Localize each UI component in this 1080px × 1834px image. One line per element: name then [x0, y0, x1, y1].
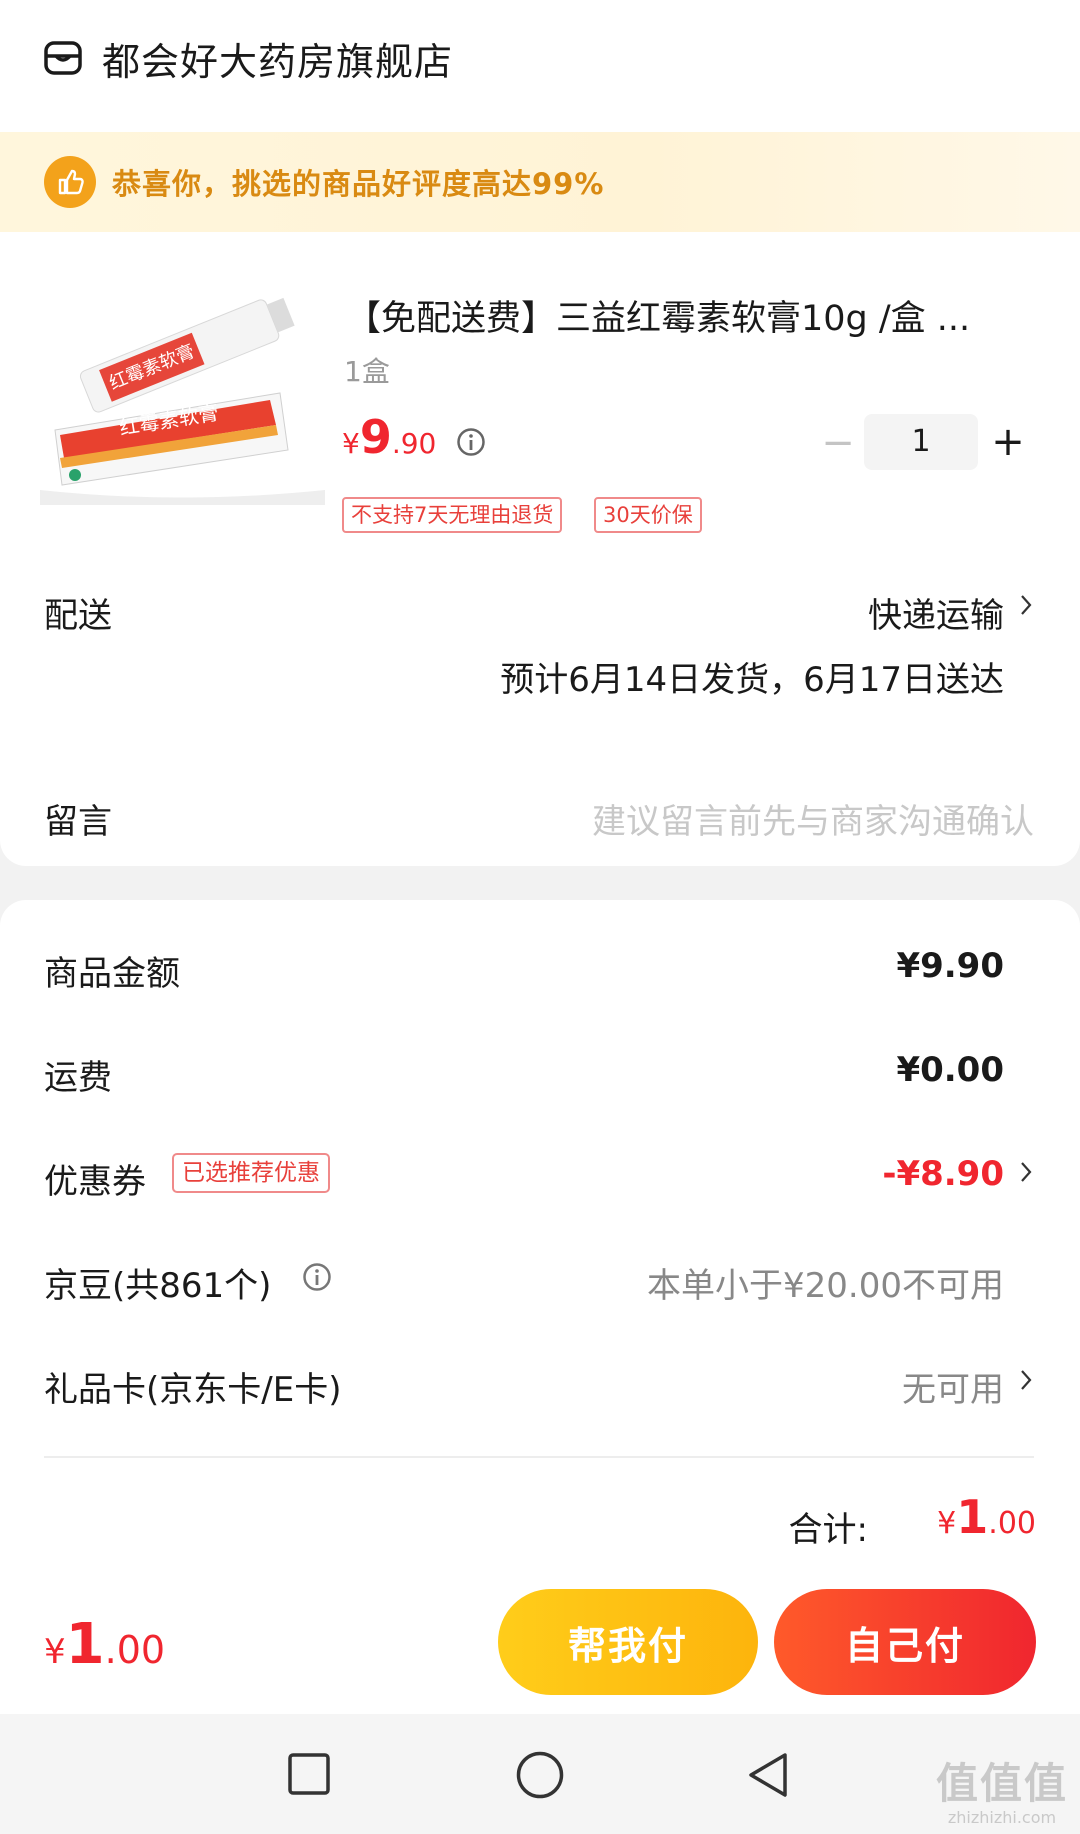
total-amount: ¥ 1 .00: [937, 1490, 1036, 1544]
beans-info-icon[interactable]: [302, 1262, 332, 1292]
thumbs-up-icon: [44, 156, 96, 208]
shipping-label: 运费: [44, 1058, 112, 1098]
quantity-value[interactable]: 1: [864, 414, 978, 470]
price-decimal: .90: [391, 427, 437, 460]
jd-beans-value: 本单小于¥20.00不可用: [647, 1266, 1004, 1306]
tag-price-protect: 30天价保: [594, 497, 702, 533]
total-symbol: ¥: [937, 1506, 957, 1541]
store-icon: [44, 41, 82, 75]
gift-card-chevron-icon[interactable]: [1018, 1367, 1034, 1393]
shipping-value: ¥0.00: [896, 1050, 1004, 1090]
pay-decimal: .00: [104, 1628, 166, 1672]
price-info-icon[interactable]: [456, 427, 486, 457]
delivery-chevron-icon[interactable]: [1018, 592, 1034, 618]
coupon-badge: 已选推荐优惠: [172, 1153, 330, 1193]
system-navigation-bar: 值值值 zhizhizhi.com: [0, 1714, 1080, 1834]
goods-amount-value: ¥9.90: [896, 946, 1004, 986]
delivery-label: 配送: [44, 596, 112, 636]
product-spec: 1盒: [344, 355, 390, 388]
recent-apps-icon[interactable]: [287, 1752, 331, 1796]
message-input[interactable]: 建议留言前先与商家沟通确认: [592, 794, 1034, 843]
price-integer: 9: [359, 410, 392, 464]
pay-amount: ¥ 1 .00: [44, 1612, 165, 1677]
total-decimal: .00: [988, 1506, 1036, 1541]
back-icon[interactable]: [745, 1750, 791, 1800]
watermark: 值值值 zhizhizhi.com: [936, 1760, 1068, 1828]
summary-divider: [44, 1456, 1034, 1458]
pay-integer: 1: [65, 1612, 105, 1677]
store-header[interactable]: 都会好大药房旗舰店: [44, 28, 453, 88]
delivery-method[interactable]: 快递运输: [868, 588, 1004, 637]
rating-banner: 恭喜你，挑选的商品好评度高达99%: [0, 132, 1080, 232]
watermark-sub: zhizhizhi.com: [947, 1808, 1057, 1827]
coupon-value[interactable]: -¥8.90: [882, 1154, 1004, 1194]
product-image[interactable]: 红霉素软膏 红霉素软膏: [40, 275, 325, 505]
delivery-estimate: 预计6月14日发货，6月17日送达: [500, 660, 1004, 700]
gift-card-value[interactable]: 无可用: [902, 1362, 1004, 1411]
price-summary-card: [0, 900, 1080, 1572]
message-label: 留言: [44, 802, 112, 842]
store-name: 都会好大药房旗舰店: [102, 39, 454, 84]
price-symbol: ¥: [342, 427, 360, 460]
home-icon[interactable]: [515, 1750, 565, 1800]
banner-text: 恭喜你，挑选的商品好评度高达99%: [112, 167, 605, 201]
coupon-label: 优惠券: [44, 1162, 146, 1202]
watermark-main: 值值值: [935, 1759, 1068, 1808]
tag-no-return: 不支持7天无理由退货: [342, 497, 563, 533]
coupon-chevron-icon[interactable]: [1018, 1159, 1034, 1185]
total-label: 合计:: [788, 1510, 868, 1550]
jd-beans-label: 京豆(共861个): [44, 1266, 272, 1306]
quantity-increase-button[interactable]: +: [986, 416, 1030, 468]
quantity-decrease-button[interactable]: −: [818, 418, 858, 468]
product-title[interactable]: 【免配送费】三益红霉素软膏10g /盒 ...: [346, 290, 1036, 341]
product-price: ¥ 9 .90: [342, 410, 436, 464]
help-me-pay-button[interactable]: 帮我付: [498, 1589, 758, 1695]
total-integer: 1: [956, 1490, 989, 1544]
pay-myself-button[interactable]: 自己付: [774, 1589, 1036, 1695]
goods-amount-label: 商品金额: [44, 954, 180, 994]
gift-card-label: 礼品卡(京东卡/E卡): [44, 1370, 342, 1410]
pay-symbol: ¥: [44, 1632, 66, 1672]
